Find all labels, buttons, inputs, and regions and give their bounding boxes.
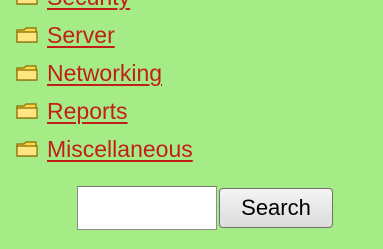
search-input[interactable] xyxy=(77,186,217,230)
category-link-reports[interactable]: Reports xyxy=(47,98,128,124)
category-item-networking: Networking xyxy=(16,54,193,92)
category-link-miscellaneous[interactable]: Miscellaneous xyxy=(47,136,193,162)
category-link-networking[interactable]: Networking xyxy=(47,60,162,86)
folder-icon xyxy=(16,103,38,119)
category-list: Security Server Networking Reports Misce… xyxy=(16,0,193,168)
search-button[interactable]: Search xyxy=(219,188,333,228)
category-item-security: Security xyxy=(16,0,193,16)
folder-icon xyxy=(16,27,38,43)
folder-icon xyxy=(16,0,38,5)
search-form: Search xyxy=(77,186,333,230)
category-item-miscellaneous: Miscellaneous xyxy=(16,130,193,168)
category-link-server[interactable]: Server xyxy=(47,22,115,48)
category-link-security[interactable]: Security xyxy=(47,0,130,10)
category-item-server: Server xyxy=(16,16,193,54)
folder-icon xyxy=(16,141,38,157)
category-item-reports: Reports xyxy=(16,92,193,130)
folder-icon xyxy=(16,65,38,81)
